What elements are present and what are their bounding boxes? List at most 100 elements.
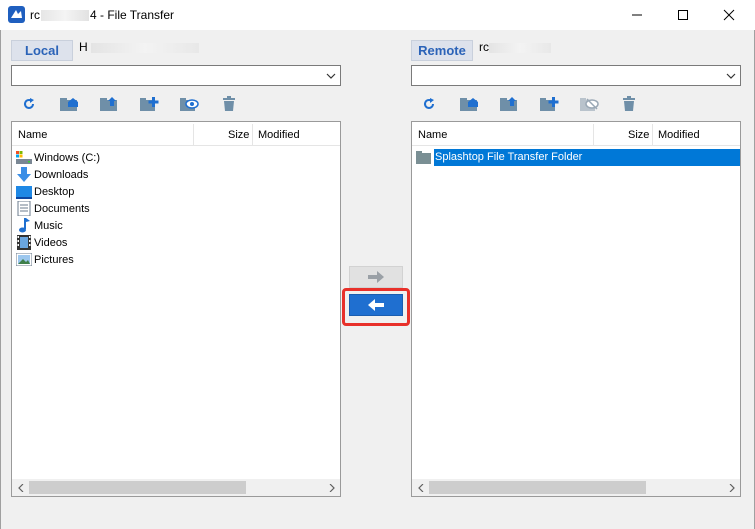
list-item[interactable]: Windows (C:) [16, 149, 100, 166]
list-item-label: Windows (C:) [34, 151, 101, 164]
list-item-label: Splashtop File Transfer Folder [434, 149, 740, 166]
minimize-icon [632, 14, 642, 16]
film-icon [17, 235, 31, 250]
local-list-header: Name Size Modified [12, 122, 340, 146]
column-modified-header[interactable]: Modified [658, 129, 700, 141]
list-item[interactable]: Videos [16, 234, 100, 251]
remote-tab[interactable]: Remote [411, 40, 473, 61]
scroll-right-icon[interactable] [723, 482, 740, 493]
close-button[interactable] [706, 0, 752, 30]
column-divider[interactable] [193, 124, 194, 146]
column-divider[interactable] [593, 124, 594, 146]
transfer-to-remote-button[interactable] [349, 266, 403, 288]
list-item-label: Documents [34, 202, 90, 215]
parent-folder-icon [100, 97, 117, 111]
local-host-name: H [79, 40, 200, 54]
local-tab-label: Local [25, 43, 59, 58]
column-size-header[interactable]: Size [228, 129, 249, 141]
remote-path-combo[interactable] [411, 65, 741, 86]
refresh-icon [424, 98, 434, 109]
local-delete-button[interactable] [209, 94, 249, 114]
remote-delete-button[interactable] [609, 94, 649, 114]
list-item-label: Desktop [34, 185, 75, 198]
local-toolbar [9, 94, 249, 114]
remote-file-list[interactable]: Name Size Modified Splashtop File Transf… [411, 121, 741, 497]
picture-icon [16, 253, 32, 266]
column-name-header[interactable]: Name [18, 129, 47, 141]
scroll-left-icon[interactable] [412, 482, 429, 493]
title-bar: rc 4 - File Transfer [0, 0, 755, 30]
music-note-icon [19, 218, 30, 233]
list-item[interactable]: Downloads [16, 166, 100, 183]
remote-tab-label: Remote [418, 43, 466, 58]
local-show-hidden-button[interactable] [169, 94, 209, 114]
list-item-label: Downloads [34, 168, 89, 181]
remote-refresh-button[interactable] [409, 94, 449, 114]
refresh-icon [24, 98, 34, 109]
home-folder-icon [460, 98, 478, 111]
list-item-label: Videos [34, 236, 68, 249]
desktop-icon [16, 185, 32, 199]
column-modified-header[interactable]: Modified [258, 129, 300, 141]
remote-horizontal-scrollbar[interactable] [412, 479, 740, 496]
local-tab[interactable]: Local [11, 40, 73, 61]
scrollbar-thumb[interactable] [29, 481, 246, 494]
highlight-annotation [342, 288, 410, 326]
local-refresh-button[interactable] [9, 94, 49, 114]
list-item[interactable]: Pictures [16, 251, 100, 268]
minimize-button[interactable] [614, 0, 660, 30]
arrow-right-icon [368, 271, 384, 283]
delete-icon [623, 96, 635, 111]
local-rows: Windows (C:) Downloads Desktop Documents… [16, 149, 100, 268]
remote-toolbar [409, 94, 649, 114]
local-parent-folder-button[interactable] [89, 94, 129, 114]
remote-list-header: Name Size Modified [412, 122, 740, 146]
list-item[interactable]: Desktop [16, 183, 100, 200]
parent-folder-icon [500, 97, 517, 111]
close-icon [723, 9, 735, 21]
document-icon [17, 201, 31, 216]
window-title: rc 4 - File Transfer [30, 8, 175, 22]
list-item[interactable]: Documents [16, 200, 100, 217]
local-new-folder-button[interactable] [129, 94, 169, 114]
drive-icon [16, 150, 32, 164]
show-hidden-icon [580, 98, 599, 111]
splashtop-app-icon [8, 6, 25, 23]
list-item-label: Music [34, 219, 63, 232]
new-folder-icon [140, 97, 159, 111]
download-arrow-icon [17, 167, 31, 182]
scroll-left-icon[interactable] [12, 482, 29, 493]
local-horizontal-scrollbar[interactable] [12, 479, 340, 496]
column-divider[interactable] [252, 124, 253, 146]
maximize-button[interactable] [660, 0, 706, 30]
remote-host-name: rc [479, 40, 551, 54]
chevron-down-icon [726, 73, 736, 79]
remote-new-folder-button[interactable] [529, 94, 569, 114]
chevron-down-icon [326, 73, 336, 79]
column-divider[interactable] [652, 124, 653, 146]
list-item-label: Pictures [34, 253, 74, 266]
remote-home-button[interactable] [449, 94, 489, 114]
column-size-header[interactable]: Size [628, 129, 649, 141]
home-folder-icon [60, 98, 78, 111]
remote-rows: Splashtop File Transfer Folder [416, 149, 740, 166]
remote-show-hidden-button[interactable] [569, 94, 609, 114]
scroll-right-icon[interactable] [323, 482, 340, 493]
scrollbar-thumb[interactable] [429, 481, 646, 494]
redacted-text [41, 10, 89, 22]
maximize-icon [678, 10, 688, 20]
redacted-text [91, 42, 200, 53]
redacted-text [489, 42, 551, 53]
show-hidden-icon [180, 98, 199, 111]
folder-icon [416, 151, 431, 164]
list-item[interactable]: Music [16, 217, 100, 234]
remote-parent-folder-button[interactable] [489, 94, 529, 114]
delete-icon [223, 96, 235, 111]
new-folder-icon [540, 97, 559, 111]
window-border-left [0, 30, 1, 529]
local-home-button[interactable] [49, 94, 89, 114]
local-file-list[interactable]: Name Size Modified Windows (C:) Download… [11, 121, 341, 497]
column-name-header[interactable]: Name [418, 129, 447, 141]
local-path-combo[interactable] [11, 65, 341, 86]
list-item[interactable]: Splashtop File Transfer Folder [416, 149, 740, 166]
